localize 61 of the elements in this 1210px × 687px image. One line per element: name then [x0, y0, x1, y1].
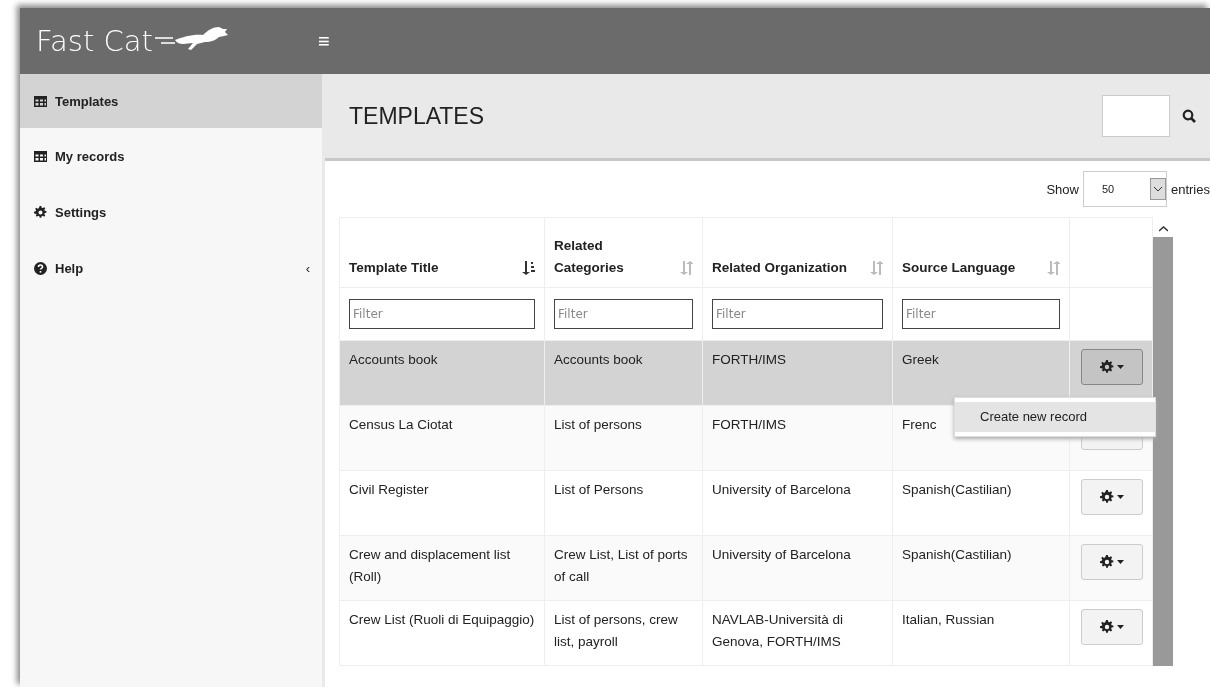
table-cell: NAVLAB-Università di Genova, FORTH/IMS [702, 600, 893, 666]
gear-icon [1100, 620, 1114, 634]
sidebar-item[interactable]: My records [20, 128, 322, 184]
entries-select[interactable]: 50 [1082, 171, 1167, 207]
gear-icon [34, 205, 47, 219]
table-cell: University of Barcelona [702, 535, 893, 601]
table-row[interactable]: Civil Register List of Persons University of Barcelona Spanish(Castilian) [339, 470, 1153, 536]
table-row[interactable]: Crew List (Ruoli di Equipaggio) List of persons, crew list, payroll NAVLAB-Università di Genova, FORTH/IMS Italian, Russian [339, 600, 1153, 666]
caret-icon [1117, 560, 1124, 564]
table-cell: Civil Register [339, 470, 545, 536]
brand-name: Fast Cat [36, 24, 153, 58]
gear-icon [1100, 360, 1114, 374]
scrollbar[interactable] [1153, 221, 1173, 666]
table-cell: Accounts book [544, 340, 703, 406]
table-cell: List of persons [544, 405, 703, 471]
sidebar-item[interactable]: Settings [20, 184, 322, 240]
table-cell: Accounts book [339, 340, 545, 406]
table-cell: Crew List, List of ports of call [544, 535, 703, 601]
gear-icon [1100, 555, 1114, 569]
actions-button[interactable] [1081, 479, 1143, 515]
sort-ascending-icon[interactable] [522, 261, 535, 275]
table-cell: FORTH/IMS [702, 340, 893, 406]
search-icon[interactable] [1182, 109, 1196, 123]
show-label: Show [1046, 181, 1079, 197]
collapse-arrow[interactable]: ‹ [305, 260, 310, 276]
table-cell: University of Barcelona [702, 470, 893, 536]
table-icon [34, 94, 47, 108]
table-cell: Italian, Russian [892, 600, 1070, 666]
search-field[interactable] [1102, 95, 1170, 137]
table-row[interactable]: Crew and displacement list (Roll) Crew List, List of ports of call University of Barcelona Spanish(Castilian) [339, 535, 1153, 601]
actions-button[interactable] [1081, 544, 1143, 580]
table-cell: FORTH/IMS [702, 405, 893, 471]
caret-icon [1117, 625, 1124, 629]
menu-toggle-button[interactable]: ≡ [318, 29, 330, 53]
caret-icon [1117, 495, 1124, 499]
table-cell: List of Persons [544, 470, 703, 536]
column-header[interactable]: Source Language [902, 257, 1016, 279]
filter-field[interactable]: Filter [902, 299, 1060, 329]
column-header[interactable]: Template Title [349, 257, 439, 279]
actions-button[interactable] [1081, 349, 1143, 385]
filter-field[interactable]: Filter [349, 299, 535, 329]
table-cell: Spanish(Castilian) [892, 535, 1070, 601]
table-cell: Spanish(Castilian) [892, 470, 1070, 536]
sidebar-item[interactable]: Help ‹ [20, 240, 322, 296]
table-cell: Crew List (Ruoli di Equipaggio) [339, 600, 545, 666]
entries-label: entries [1170, 181, 1210, 197]
table-cell: Crew and displacement list (Roll) [339, 535, 545, 601]
gear-icon [1100, 490, 1114, 504]
page-title: TEMPLATES [349, 102, 486, 130]
caret-icon[interactable] [1153, 186, 1162, 192]
table-cell: Census La Ciotat [339, 405, 545, 471]
sidebar-item[interactable]: Templates [20, 74, 322, 128]
table-icon [34, 149, 47, 163]
actions-button[interactable] [1081, 609, 1143, 645]
help-icon [34, 261, 47, 275]
filter-field[interactable]: Filter [554, 299, 693, 329]
menu-item[interactable]: Create new record [955, 402, 1155, 432]
filter-field[interactable]: Filter [712, 299, 883, 329]
caret-icon [1117, 365, 1124, 369]
table-cell: List of persons, crew list, payroll [544, 600, 703, 666]
scroll-up-icon[interactable] [1158, 226, 1168, 232]
